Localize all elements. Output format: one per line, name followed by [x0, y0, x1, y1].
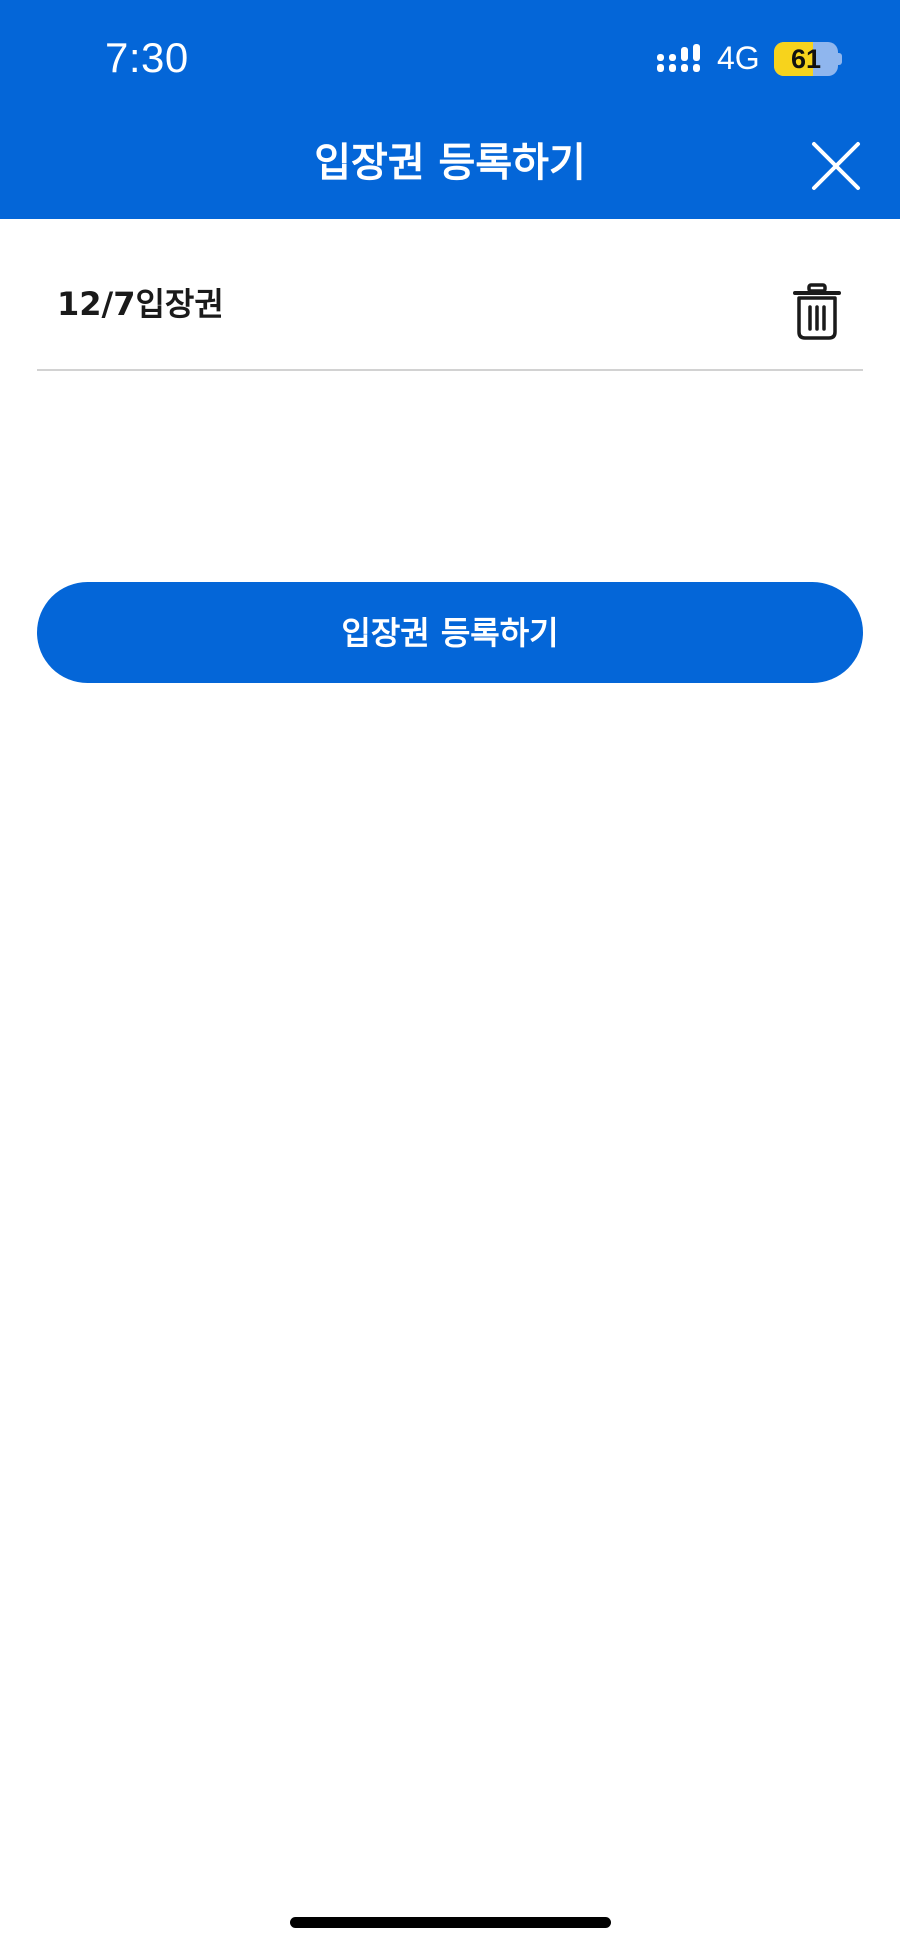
status-time: 7:30 — [105, 34, 189, 81]
register-ticket-button[interactable]: 입장권 등록하기 — [37, 582, 863, 683]
header-bar: 7:30 4G 61 입장권 등록하기 — [0, 0, 900, 219]
cellular-signal-icon — [657, 44, 700, 72]
page-title: 입장권 등록하기 — [314, 140, 586, 186]
home-indicator[interactable] — [290, 1917, 611, 1928]
battery-icon: 61 — [774, 42, 838, 76]
network-type: 4G — [717, 40, 760, 76]
ticket-list-item: 12/7입장권 — [37, 219, 863, 371]
ticket-name: 12/7입장권 — [57, 285, 224, 323]
battery-nub — [838, 53, 842, 65]
screen: 7:30 4G 61 입장권 등록하기 12/7입장권 입장권 등록하기 — [0, 0, 900, 1948]
trash-icon[interactable] — [792, 283, 842, 341]
close-icon[interactable] — [808, 138, 864, 194]
battery-level: 61 — [790, 44, 822, 74]
